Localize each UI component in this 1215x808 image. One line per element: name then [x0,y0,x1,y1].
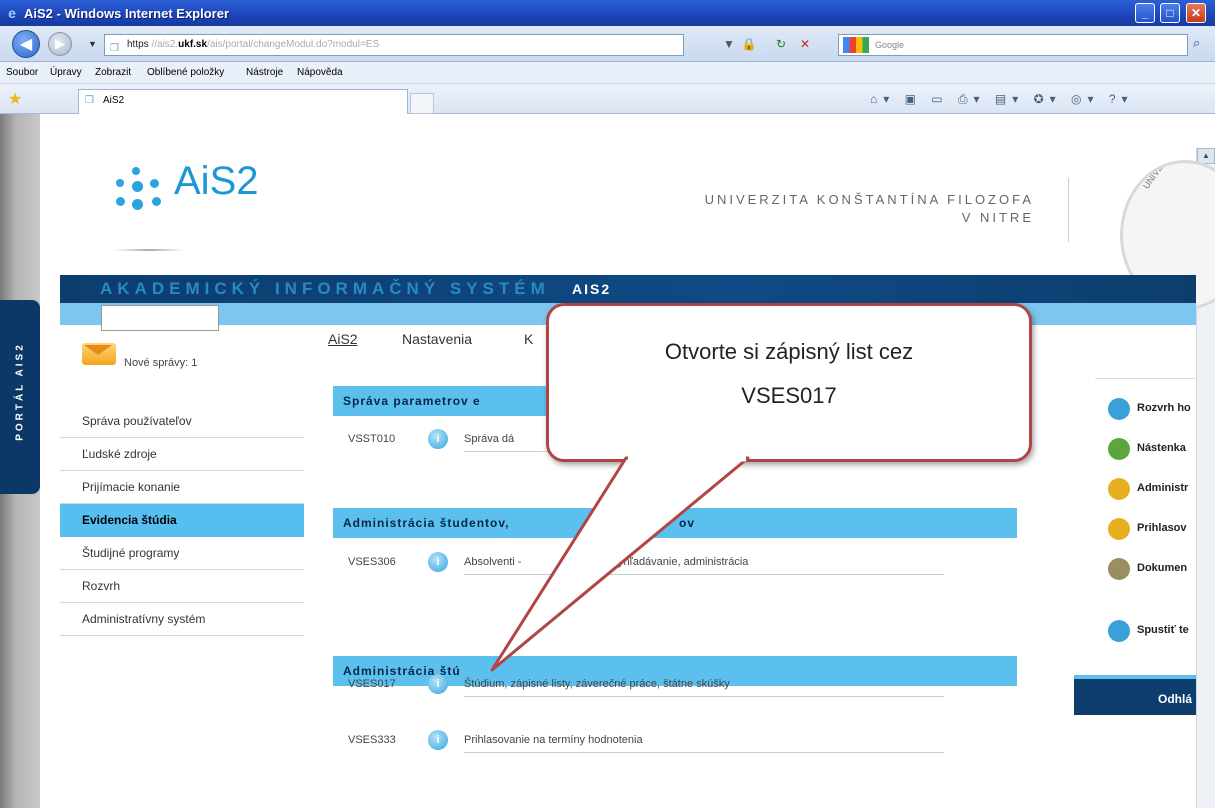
help-icon [1108,620,1130,642]
header-divider [1068,178,1069,242]
stop-icon[interactable]: ✕ [796,35,814,53]
address-bar[interactable]: ❒ https //ais2.ukf.sk/ais/portal/changeM… [104,34,684,56]
section-header-parameters: Správa parametrov e [333,386,557,416]
page-icon: ❒ [110,43,119,54]
favorites-star-icon[interactable]: ★ [8,89,22,109]
section-header-students: Administrácia študentov, ov [333,508,1017,538]
envelope-icon [82,343,116,365]
address-prefix: https [127,39,149,50]
university-line-2: V NITRE [961,210,1034,225]
close-button[interactable]: ✕ [1186,3,1206,23]
banner-text: AKADEMICKÝ INFORMAČNÝ SYSTÉM [100,279,550,298]
callout-bubble: Otvorte si zápisný list cez VSES017 [546,303,1032,462]
menu-help[interactable]: Nápověda [297,67,343,78]
tab-ais2[interactable]: AiS2 [328,331,358,347]
history-dropdown-icon[interactable]: ▼ [88,39,97,49]
search-box[interactable]: Google [838,34,1188,56]
window-titlebar: e AiS2 - Windows Internet Explorer _ □ ✕ [0,0,1215,26]
callout-line-2: VSES017 [741,383,837,408]
back-button[interactable]: ◀ [12,30,40,58]
admin-icon [1108,478,1130,500]
row-divider [464,574,944,575]
system-banner: AKADEMICKÝ INFORMAČNÝ SYSTÉM AIS2 [60,275,1196,303]
navigation-bar: ◀ ▶ ▼ ❒ https //ais2.ukf.sk/ais/portal/c… [0,26,1215,62]
browser-tab[interactable]: ❒ AiS2 [78,89,408,114]
login-icon [1108,518,1130,540]
tab-page-icon: ❒ [85,95,94,106]
address-host: ukf.sk [178,39,208,50]
row-divider [464,696,944,697]
callout-line-1: Otvorte si zápisný list cez [664,339,914,364]
menu-bar: Soubor Úpravy Zobrazit Oblíbené položky … [0,62,1215,84]
module-description-tail: yhľadávanie, administrácia [618,556,749,568]
menu-tools[interactable]: Nástroje [246,67,283,78]
side-navigation: Správa používateľov Ľudské zdroje Prijím… [60,405,304,636]
new-messages-label: Nové správy: 1 [124,357,198,369]
logo-text: AiS2 [174,159,259,203]
ie-logo-icon: e [8,5,16,21]
sidenav-item-schedule[interactable]: Rozvrh [60,570,304,603]
board-icon [1108,438,1130,460]
menu-view[interactable]: Zobrazit [95,67,131,78]
sidenav-item-hr[interactable]: Ľudské zdroje [60,438,304,471]
module-description: Prihlasovanie na termíny hodnotenia [464,734,643,746]
right-panel: Rozvrh ho Nástenka Administr Prihlasov D… [1095,378,1196,698]
schedule-icon [1108,398,1130,420]
address-dropdown-icon[interactable]: ▼ [720,35,738,53]
sidenav-item-admissions[interactable]: Prijímacie konanie [60,471,304,504]
google-icon [843,37,869,53]
minimize-button[interactable]: _ [1135,3,1155,23]
row-divider [464,752,944,753]
module-code: VSES306 [348,556,396,568]
portal-side-tab[interactable]: PORTÁL AIS2 [0,300,40,494]
tab-settings[interactable]: Nastavenia [402,331,472,347]
logo-underline [114,249,184,251]
info-icon[interactable]: i [428,730,448,750]
module-description: Štúdium, zápisné listy, záverečné práce,… [464,678,730,690]
sidenav-item-study-records[interactable]: Evidencia štúdia [60,504,304,537]
module-code: VSES333 [348,734,396,746]
sidenav-item-users[interactable]: Správa používateľov [60,405,304,438]
new-tab-button[interactable] [410,93,434,114]
sidenav-item-admin-system[interactable]: Administratívny systém [60,603,304,636]
menu-edit[interactable]: Úpravy [50,67,82,78]
university-name: UNIVERZITA KONŠTANTÍNA FILOZOFA V NITRE [650,191,1034,227]
refresh-icon[interactable]: ↻ [772,35,790,53]
university-line-1: UNIVERZITA KONŠTANTÍNA FILOZOFA [704,192,1034,207]
maximize-button[interactable]: □ [1160,3,1180,23]
sidenav-item-study-programs[interactable]: Študijné programy [60,537,304,570]
module-description: Absolventi - [464,556,522,568]
portal-side-tab-label: PORTÁL AIS2 [14,342,26,441]
menu-file[interactable]: Soubor [6,67,38,78]
window-title: AiS2 - Windows Internet Explorer [24,6,230,21]
info-icon[interactable]: i [428,429,448,449]
user-name-box [101,305,219,331]
logout-button[interactable]: Odhlá [1074,675,1196,715]
command-bar-icons[interactable]: ⌂▾ ▣ ▭ ⎙▾ ▤▾ ✪▾ ◎▾ ?▾ [870,92,1134,107]
module-description: Správa dá [464,433,515,445]
documents-icon [1108,558,1130,580]
seal-text: UNIVERZITA KONŠ [1141,163,1195,191]
banner-bold: AIS2 [572,281,612,297]
module-code: VSES017 [348,678,396,690]
search-icon[interactable]: ⌕ [1193,35,1200,51]
info-icon[interactable]: i [428,674,448,694]
menu-favorites[interactable]: Oblíbené položky [147,67,224,78]
info-icon[interactable]: i [428,552,448,572]
tab-label: AiS2 [103,95,125,106]
search-placeholder: Google [875,40,905,50]
favorites-bar: ★ ❒ AiS2 ⌂▾ ▣ ▭ ⎙▾ ▤▾ ✪▾ ◎▾ ?▾ [0,84,1215,114]
forward-button[interactable]: ▶ [48,32,72,56]
module-code: VSST010 [348,433,396,445]
lock-icon[interactable]: 🔒 [740,35,758,53]
tab-k[interactable]: K [524,331,533,347]
